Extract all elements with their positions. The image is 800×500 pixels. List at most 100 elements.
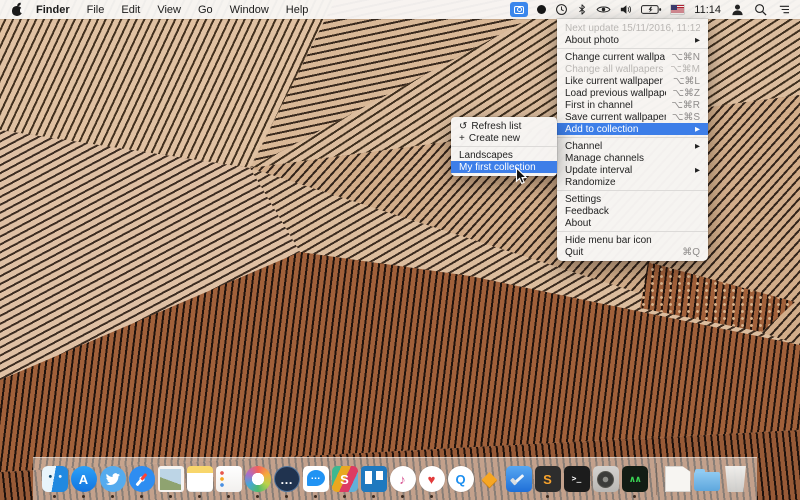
- menubar-menu-edit[interactable]: Edit: [121, 4, 140, 16]
- menu-item-label: My first collection: [459, 162, 549, 173]
- trash-dock-icon[interactable]: [723, 466, 749, 492]
- menubar-menu-help[interactable]: Help: [286, 4, 309, 16]
- dot-app-menubar-icon[interactable]: [537, 0, 546, 19]
- submenu-separator: [451, 146, 557, 147]
- running-indicator-dot: [372, 495, 375, 498]
- preview-photo-dock-icon[interactable]: [158, 466, 184, 492]
- menu-item-randomize[interactable]: Randomize: [557, 176, 708, 188]
- app-store-dock-icon[interactable]: A: [71, 466, 97, 492]
- menu-item-label: Save current wallpaper: [565, 112, 666, 123]
- bluetooth-icon[interactable]: [577, 0, 587, 19]
- mouse-cursor: [515, 167, 528, 186]
- menu-item-label: Quit: [565, 247, 676, 258]
- running-indicator-dot: [82, 495, 85, 498]
- dock-icon-glyph: A: [79, 473, 88, 486]
- sketch-dock-icon[interactable]: ◆: [477, 466, 503, 492]
- menubar-menu-go[interactable]: Go: [198, 4, 213, 16]
- desktop: Finder File Edit View Go Window Help 11:14 Nex…: [0, 0, 800, 500]
- menu-item-load-previous-wallpaper[interactable]: Load previous wallpaper⌥⌘Z: [557, 87, 708, 99]
- dock-icon-glyph: ∧∧: [629, 475, 641, 484]
- menu-item-shortcut: ⌥⌘N: [671, 52, 700, 63]
- notification-center-icon[interactable]: [777, 0, 790, 19]
- twitter-dock-icon[interactable]: [100, 466, 126, 492]
- menu-item-landscapes[interactable]: Landscapes: [451, 149, 557, 161]
- menu-item-label: Update interval: [565, 165, 689, 176]
- clock-app-menubar-icon[interactable]: [555, 0, 568, 19]
- menu-item-about[interactable]: About: [557, 217, 708, 229]
- dock-separator: [656, 463, 657, 495]
- battery-charging-icon[interactable]: [641, 0, 662, 19]
- dock-icon-glyph: S: [543, 473, 552, 486]
- running-indicator-dot: [430, 495, 433, 498]
- menu-item-shortcut: ⌥⌘S: [672, 112, 700, 123]
- menu-item-hide-menu-bar-icon[interactable]: Hide menu bar icon: [557, 234, 708, 246]
- irvue-app-menu: Next update 15/11/2016, 11:12About photo…: [557, 19, 708, 261]
- menu-item-label: First in channel: [565, 100, 665, 111]
- submenu-arrow-icon: ▶: [695, 36, 700, 44]
- menu-item-change-current-wallpaper[interactable]: Change current wallpaper⌥⌘N: [557, 51, 708, 63]
- messages-dock-icon[interactable]: …: [303, 466, 329, 492]
- menu-item-label: About photo: [565, 35, 689, 46]
- running-indicator-dot: [343, 495, 346, 498]
- apple-menu-icon[interactable]: [10, 3, 24, 17]
- menu-item-settings[interactable]: Settings: [557, 193, 708, 205]
- menu-item-manage-channels[interactable]: Manage channels: [557, 152, 708, 164]
- spotlight-search-icon[interactable]: [754, 0, 767, 19]
- running-indicator-dot: [314, 495, 317, 498]
- running-indicator-dot: [169, 495, 172, 498]
- finder-dock-icon[interactable]: [42, 466, 68, 492]
- safari-dock-icon[interactable]: [129, 466, 155, 492]
- menubar-menu-view[interactable]: View: [157, 4, 181, 16]
- menu-item-label: Feedback: [565, 206, 700, 217]
- menu-item-about-photo[interactable]: About photo ▶: [557, 34, 708, 46]
- menubar-menu-file[interactable]: File: [87, 4, 105, 16]
- menu-item-label: Channel: [565, 141, 689, 152]
- xcode-dock-icon[interactable]: [506, 466, 532, 492]
- running-indicator-dot: [633, 495, 636, 498]
- menu-item-shortcut: ⌥⌘L: [673, 76, 700, 87]
- documents-stack-dock-icon[interactable]: [665, 466, 691, 492]
- menu-item-feedback[interactable]: Feedback: [557, 205, 708, 217]
- itunes-dock-icon[interactable]: ♪: [390, 466, 416, 492]
- eye-app-menubar-icon[interactable]: [596, 0, 611, 19]
- menu-item-save-current-wallpaper[interactable]: Save current wallpaper ⌥⌘S: [557, 111, 708, 123]
- menubar-menu-window[interactable]: Window: [230, 4, 269, 16]
- quicktime-dock-icon[interactable]: Q: [448, 466, 474, 492]
- menu-item-label: Landscapes: [459, 150, 549, 161]
- activity-monitor-dock-icon[interactable]: ∧∧: [622, 466, 648, 492]
- fast-user-switching-icon[interactable]: [731, 0, 744, 19]
- menu-item-channel[interactable]: Channel▶: [557, 140, 708, 152]
- menu-item-add-to-collection[interactable]: Add to collection▶: [557, 123, 708, 135]
- dock-icon-glyph: …: [311, 472, 321, 482]
- photos-dock-icon[interactable]: [245, 466, 271, 492]
- menu-item-quit[interactable]: Quit⌘Q: [557, 246, 708, 258]
- menu-item-shortcut: ⌥⌘R: [671, 100, 700, 111]
- downloads-folder-dock-icon[interactable]: [694, 472, 720, 491]
- menu-item-update-interval[interactable]: Update interval▶: [557, 164, 708, 176]
- heartbeat-app-dock-icon[interactable]: ♥: [419, 466, 445, 492]
- notes-dock-icon[interactable]: [187, 466, 213, 492]
- menu-item-first-in-channel[interactable]: First in channel ⌥⌘R: [557, 99, 708, 111]
- menu-item-create-new[interactable]: +Create new: [451, 132, 557, 144]
- menubar-clock[interactable]: 11:14: [694, 4, 721, 16]
- terminal-dock-icon[interactable]: >_: [564, 466, 590, 492]
- menu-item-like-current-wallpaper[interactable]: Like current wallpaper⌥⌘L: [557, 75, 708, 87]
- menu-item-shortcut: ⌥⌘Z: [672, 88, 700, 99]
- trello-dock-icon[interactable]: [361, 466, 387, 492]
- irvue-menubar-icon[interactable]: [510, 0, 528, 19]
- menu-item-refresh-list[interactable]: ↺Refresh list: [451, 120, 557, 132]
- volume-icon[interactable]: [620, 0, 632, 19]
- input-language-us-flag-icon[interactable]: [671, 0, 684, 19]
- plus-icon: +: [459, 133, 465, 144]
- menu-item-my-first-collection[interactable]: My first collection: [451, 161, 557, 173]
- chat-app-dock-icon[interactable]: …: [274, 466, 300, 492]
- reminders-dock-icon[interactable]: [216, 466, 242, 492]
- menu-item-label: Settings: [565, 194, 700, 205]
- menubar-menu-finder[interactable]: Finder: [36, 4, 70, 16]
- menu-item-label: Next update 15/11/2016, 11:12: [565, 23, 700, 34]
- menu-item-next-update-15-11-2016-11-12: Next update 15/11/2016, 11:12: [557, 22, 708, 34]
- slack-dock-icon[interactable]: S: [332, 466, 358, 492]
- sublime-text-dock-icon[interactable]: S: [535, 466, 561, 492]
- film-reel-app-dock-icon[interactable]: [593, 466, 619, 492]
- running-indicator-dot: [53, 495, 56, 498]
